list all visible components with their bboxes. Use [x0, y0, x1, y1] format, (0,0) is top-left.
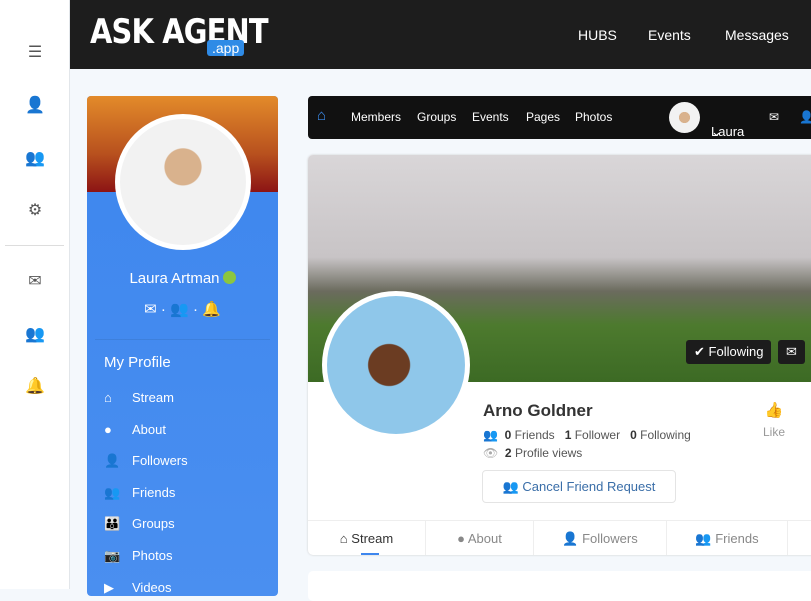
logo-suffix: .app	[207, 40, 245, 56]
divider	[5, 245, 64, 246]
following-button[interactable]: ✔ Following	[686, 340, 772, 364]
tab-label: Friends	[715, 531, 759, 546]
tab-label: Followers	[582, 531, 638, 546]
user-name[interactable]: Laura Artman	[87, 270, 278, 287]
user-quick-icons: ✉ · 👥 · 🔔	[144, 301, 221, 318]
user-circle-icon: ●	[457, 531, 465, 546]
like-label: Like	[763, 425, 786, 439]
tab-about[interactable]: ● About	[426, 521, 534, 555]
views-label: Profile views	[514, 446, 583, 460]
subnav-photos[interactable]: Photos	[575, 110, 612, 124]
users-icon[interactable]: 👥	[170, 301, 189, 318]
sidebar-item-videos[interactable]: ▶ Videos	[104, 580, 188, 596]
gear-icon[interactable]: ⚙	[25, 200, 45, 220]
tab-followers[interactable]: 👤 Followers	[534, 521, 667, 555]
users-icon[interactable]: 👥	[25, 148, 45, 168]
camera-icon: 📷	[104, 547, 121, 563]
subnav-groups[interactable]: Groups	[417, 110, 456, 124]
sidebar-item-groups[interactable]: 👪 Groups	[104, 516, 188, 548]
bell-icon[interactable]: 🔔	[202, 301, 221, 318]
user-avatar[interactable]	[669, 102, 700, 133]
nav-events[interactable]: Events	[648, 27, 691, 43]
profile-views: 👁 2 Profile views	[483, 446, 582, 460]
user-icon[interactable]: 👤	[799, 110, 811, 124]
divider	[95, 339, 270, 340]
label: Friends	[132, 484, 176, 500]
friends-label[interactable]: Friends	[515, 428, 555, 442]
users-icon: 👥	[104, 484, 121, 500]
user-circle-icon: ●	[104, 421, 112, 437]
envelope-icon[interactable]: ✉	[144, 301, 157, 318]
bell-icon[interactable]: 🔔	[25, 376, 45, 396]
users-icon[interactable]: 👥	[25, 324, 45, 344]
thumbs-up-icon: 👍	[764, 402, 784, 419]
like-button[interactable]: 👍 Like	[763, 401, 785, 439]
video-icon: ▶	[104, 579, 114, 595]
profile-tabs: ⌂ Stream ● About 👤 Followers 👥 Friends	[308, 520, 811, 555]
users-icon: 👥	[483, 428, 498, 442]
profile-stats: 👥 0 Friends 1 Follower 0 Following	[483, 428, 691, 442]
users-icon: 👥	[502, 479, 519, 494]
message-button[interactable]: ✉	[778, 340, 805, 364]
profile-card: ✔ Following ✉ Arno Goldner 👥 0 Friends 1…	[308, 155, 811, 555]
chevron-down-icon: ⌄	[711, 124, 722, 139]
menu-icon[interactable]: ☰	[25, 42, 45, 62]
top-bar: ASK AGENT .app HUBS Events Messages	[70, 0, 811, 69]
subnav-pages[interactable]: Pages	[526, 110, 560, 124]
label: Stream	[132, 390, 174, 405]
envelope-icon[interactable]: ✉	[769, 110, 779, 124]
home-icon: ⌂	[339, 531, 348, 546]
tab-label: About	[467, 531, 502, 546]
profile-menu: ⌂ Stream ● About 👤 Followers 👥 Friends 👪 Grou…	[104, 390, 188, 596]
nav-messages[interactable]: Messages	[725, 27, 789, 43]
verified-icon	[222, 271, 236, 284]
subnav-members[interactable]: Members	[351, 110, 401, 124]
label: Followers	[132, 453, 188, 469]
user-check-icon: 👤	[562, 531, 579, 546]
profile-name: Arno Goldner	[483, 401, 593, 420]
sub-navigation: ⌂ Members Groups Events Pages Photos Lau…	[308, 96, 811, 139]
followers-count: 1	[564, 428, 572, 442]
subnav-events[interactable]: Events	[472, 110, 509, 124]
label: Videos	[132, 579, 172, 595]
label: About	[132, 421, 166, 437]
tab-friends[interactable]: 👥 Friends	[667, 521, 788, 555]
following-label: Following	[708, 344, 764, 359]
group-icon: 👪	[104, 516, 121, 532]
sidebar-item-stream[interactable]: ⌂ Stream	[104, 390, 188, 422]
sidebar-item-photos[interactable]: 📷 Photos	[104, 548, 188, 580]
friends-count: 0	[504, 428, 512, 442]
envelope-icon: ✉	[786, 344, 797, 359]
user-check-icon: 👤	[104, 453, 121, 469]
label: Photos	[132, 547, 173, 563]
section-title: My Profile	[104, 354, 171, 371]
following-stat-label[interactable]: Following	[640, 428, 691, 442]
nav-hubs[interactable]: HUBS	[578, 27, 617, 43]
envelope-icon[interactable]: ✉	[25, 271, 45, 291]
cancel-friend-request-button[interactable]: 👥 Cancel Friend Request	[482, 470, 676, 503]
sidebar-item-about[interactable]: ● About	[104, 422, 188, 454]
cancel-request-label: Cancel Friend Request	[522, 479, 656, 494]
users-icon: 👥	[695, 531, 712, 546]
sidebar-item-followers[interactable]: 👤 Followers	[104, 453, 188, 485]
avatar[interactable]	[115, 114, 251, 250]
profile-avatar[interactable]	[322, 291, 470, 439]
views-count: 2	[504, 446, 512, 460]
tab-stream[interactable]: ⌂ Stream	[308, 521, 426, 555]
icon-rail: ☰ 👤 👥 ⚙ ✉ 👥 🔔	[0, 0, 70, 589]
following-count: 0	[630, 428, 637, 442]
followers-label[interactable]: Follower	[575, 428, 620, 442]
stream-card	[308, 571, 811, 601]
user-icon[interactable]: 👤	[25, 95, 45, 115]
eye-icon: 👁	[483, 446, 499, 460]
home-icon[interactable]: ⌂	[317, 107, 326, 124]
label: Groups	[132, 516, 175, 532]
sidebar-item-friends[interactable]: 👥 Friends	[104, 485, 188, 517]
user-sidebar: Laura Artman ✉ · 👥 · 🔔 My Profile ⌂ Strea…	[87, 96, 278, 596]
home-icon: ⌂	[104, 390, 112, 405]
user-name-text: Laura Artman	[129, 270, 220, 287]
tab-label: Stream	[351, 531, 394, 546]
check-circle-icon: ✔	[694, 344, 705, 359]
